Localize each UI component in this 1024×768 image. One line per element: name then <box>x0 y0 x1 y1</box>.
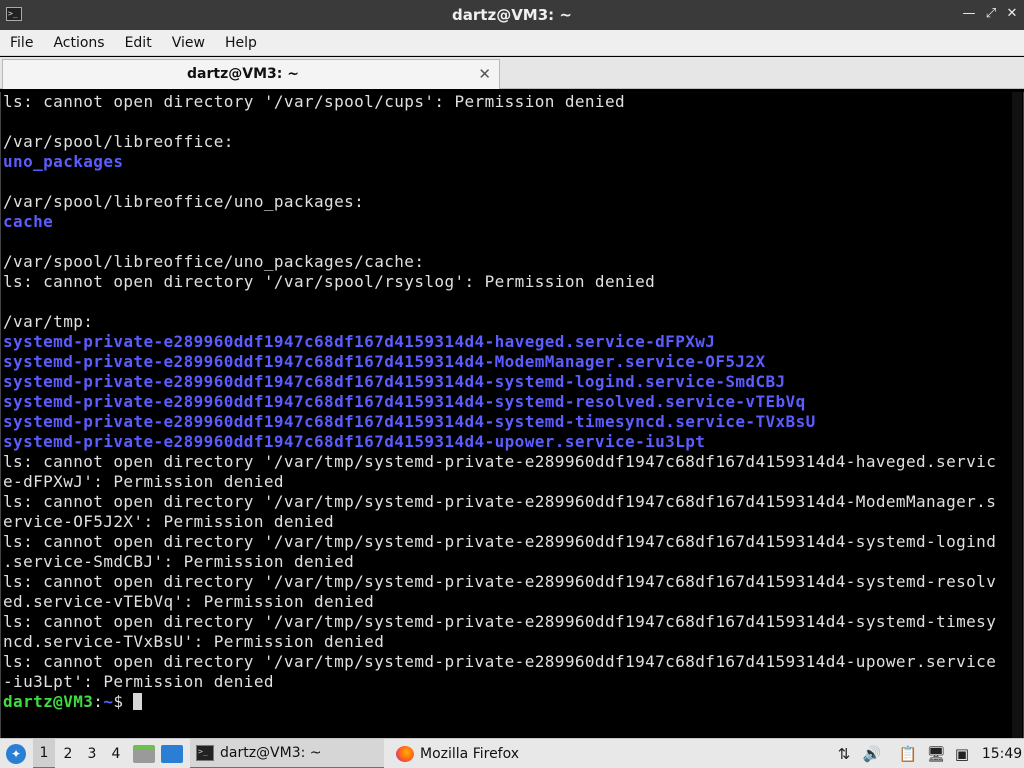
terminal-icon: >_ <box>196 745 214 761</box>
directory-entry: systemd-private-e289960ddf1947c68df167d4… <box>3 412 816 431</box>
output-line: ncd.service-TVxBsU': Permission denied <box>3 632 385 651</box>
output-line: /var/tmp: <box>3 312 94 331</box>
workspace-4[interactable]: 4 <box>105 739 127 768</box>
prompt-user-host: dartz@VM3 <box>3 692 94 711</box>
restore-button[interactable]: ⤢ <box>983 6 999 22</box>
output-line: ls: cannot open directory '/var/tmp/syst… <box>3 492 997 511</box>
menu-view[interactable]: View <box>162 35 215 51</box>
show-desktop-icon[interactable] <box>161 745 183 763</box>
directory-entry: systemd-private-e289960ddf1947c68df167d4… <box>3 372 786 391</box>
close-window-button[interactable]: ✕ <box>1004 6 1020 22</box>
task-firefox[interactable]: Mozilla Firefox <box>390 739 584 768</box>
output-line: /var/spool/libreoffice/uno_packages/cach… <box>3 252 425 271</box>
minimize-button[interactable]: — <box>961 6 977 22</box>
output-line: -iu3Lpt': Permission denied <box>3 672 274 691</box>
menu-bar: File Actions Edit View Help <box>0 30 1024 56</box>
start-menu-button[interactable]: ✦ <box>4 739 28 768</box>
file-manager-icon[interactable] <box>133 745 155 763</box>
output-line: ls: cannot open directory '/var/spool/cu… <box>3 92 626 111</box>
task-firefox-label: Mozilla Firefox <box>420 746 520 762</box>
task-terminal-label: dartz@VM3: ~ <box>220 745 322 761</box>
terminal-output[interactable]: ls: cannot open directory '/var/spool/cu… <box>0 92 1024 738</box>
directory-entry: systemd-private-e289960ddf1947c68df167d4… <box>3 432 706 451</box>
output-line: ls: cannot open directory '/var/tmp/syst… <box>3 612 997 631</box>
tray-updown-icon[interactable]: ⇅ <box>834 739 854 768</box>
tab-close-icon[interactable]: ✕ <box>478 65 491 83</box>
output-line: /var/spool/libreoffice/uno_packages: <box>3 192 365 211</box>
directory-entry: systemd-private-e289960ddf1947c68df167d4… <box>3 352 766 371</box>
menu-file[interactable]: File <box>0 35 43 51</box>
workspace-2[interactable]: 2 <box>57 739 79 768</box>
directory-entry: systemd-private-e289960ddf1947c68df167d4… <box>3 392 806 411</box>
task-terminal[interactable]: >_ dartz@VM3: ~ <box>190 739 384 768</box>
prompt-symbol: $ <box>113 692 134 711</box>
output-line: ls: cannot open directory '/var/spool/rs… <box>3 272 656 291</box>
lxqt-logo-icon: ✦ <box>6 744 26 764</box>
menu-actions[interactable]: Actions <box>43 35 114 51</box>
tab-label: dartz@VM3: ~ <box>187 66 299 82</box>
terminal-scrollbar[interactable] <box>1012 92 1022 738</box>
window-title: dartz@VM3: ~ <box>452 6 572 24</box>
workspace-1[interactable]: 1 <box>33 739 55 768</box>
directory-entry: uno_packages <box>3 152 124 171</box>
directory-entry: cache <box>3 212 54 231</box>
network-icon[interactable]: ▣ <box>952 739 972 768</box>
output-line: ls: cannot open directory '/var/tmp/syst… <box>3 452 997 471</box>
output-line: ervice-OF5J2X': Permission denied <box>3 512 335 531</box>
firefox-icon <box>396 746 414 762</box>
prompt-separator: : <box>93 692 104 711</box>
text-cursor <box>133 693 143 710</box>
output-line: ls: cannot open directory '/var/tmp/syst… <box>3 572 997 591</box>
menu-help[interactable]: Help <box>215 35 267 51</box>
output-line: ls: cannot open directory '/var/tmp/syst… <box>3 532 997 551</box>
terminal-lines: ls: cannot open directory '/var/spool/cu… <box>3 92 1009 712</box>
taskbar: ✦ 1 2 3 4 >_ dartz@VM3: ~ Mozilla Firefo… <box>0 738 1024 768</box>
directory-entry: systemd-private-e289960ddf1947c68df167d4… <box>3 332 716 351</box>
volume-icon[interactable]: 🔊 <box>862 739 882 768</box>
output-line: /var/spool/libreoffice: <box>3 132 234 151</box>
window-titlebar[interactable]: >_ dartz@VM3: ~ — ⤢ ✕ <box>0 0 1024 30</box>
workspace-3[interactable]: 3 <box>81 739 103 768</box>
menu-edit[interactable]: Edit <box>115 35 162 51</box>
prompt-path: ~ <box>103 692 114 711</box>
prompt-line[interactable]: dartz@VM3:~$ <box>3 692 1009 712</box>
output-line: .service-SmdCBJ': Permission denied <box>3 552 355 571</box>
display-icon[interactable]: 🖥 <box>926 739 946 768</box>
clock[interactable]: 15:49 <box>980 739 1024 768</box>
output-line: ed.service-vTEbVq': Permission denied <box>3 592 375 611</box>
output-line: e-dFPXwJ': Permission denied <box>3 472 284 491</box>
output-line: ls: cannot open directory '/var/tmp/syst… <box>3 652 997 671</box>
tab-terminal[interactable]: dartz@VM3: ~ ✕ <box>2 59 500 89</box>
tab-bar: dartz@VM3: ~ ✕ <box>0 57 1024 89</box>
clipboard-icon[interactable]: 📋 <box>898 739 918 768</box>
